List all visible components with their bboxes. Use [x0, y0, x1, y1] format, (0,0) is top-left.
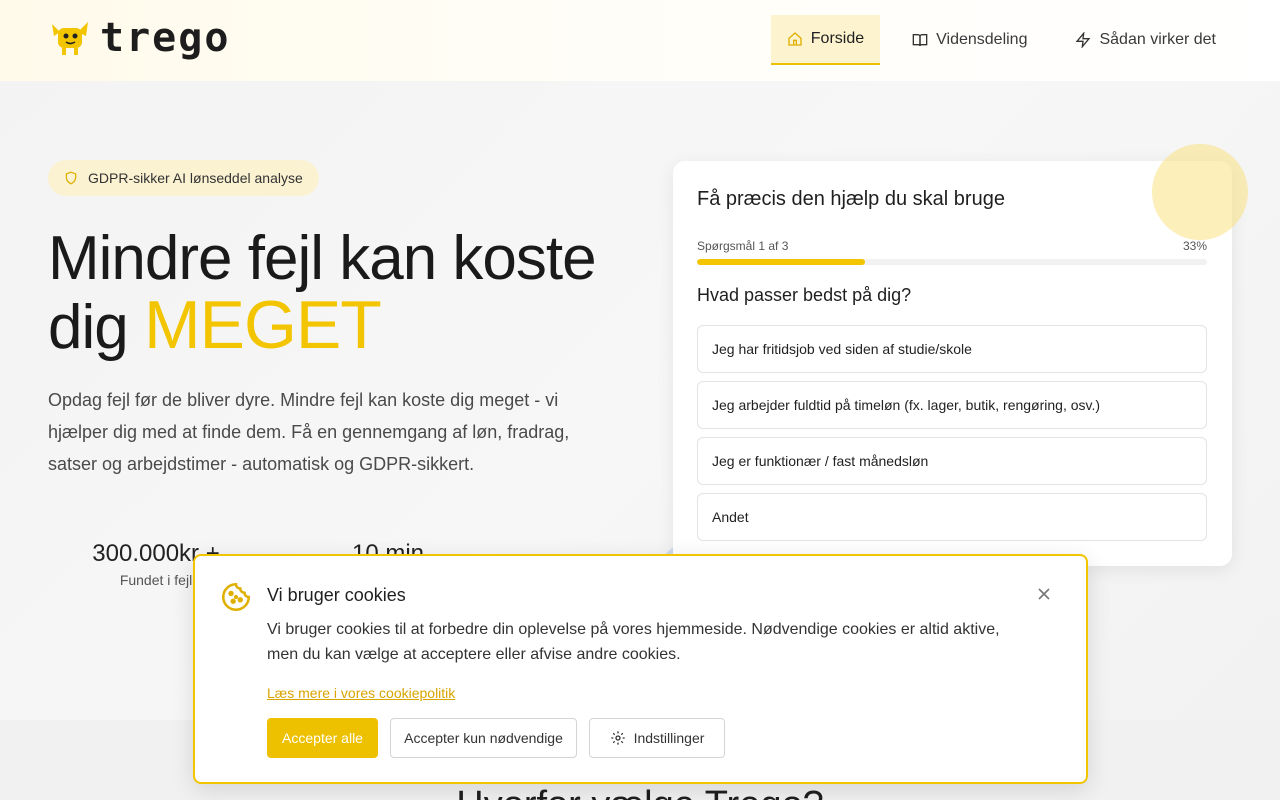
question-counter: Spørgsmål 1 af 3 [697, 239, 789, 253]
cookie-text: Vi bruger cookies til at forbedre din op… [267, 621, 1000, 663]
nav-label-saadan-virker-det: Sådan virker det [1099, 31, 1216, 48]
mascot-logo-icon [52, 22, 88, 55]
hero-lead: Opdag fejl før de bliver dyre. Mindre fe… [48, 390, 570, 474]
quiz-card: Få præcis den hjælp du skal bruge Spørgs… [673, 161, 1232, 566]
cookie-banner: Vi bruger cookies Vi bruger cookies til … [193, 554, 1088, 784]
headline-accent: MEGET [143, 287, 382, 363]
accept-all-button[interactable]: Accepter alle [267, 718, 378, 758]
hero-headline: Mindre fejl kan koste dig MEGET [48, 226, 628, 361]
decorative-circle-yellow [1152, 144, 1248, 240]
cookie-icon [221, 582, 251, 612]
close-icon[interactable] [1036, 586, 1052, 602]
gear-icon [610, 731, 625, 745]
nav-label-forside: Forside [810, 30, 865, 47]
cookie-title: Vi bruger cookies [267, 585, 406, 605]
cookie-policy-link[interactable]: Læs mere i vores cookiepolitik [267, 685, 455, 701]
accept-necessary-button[interactable]: Accepter kun nødvendige [390, 718, 577, 758]
zap-icon [1076, 32, 1091, 48]
nav-item-forside[interactable]: Forside [770, 15, 881, 65]
quiz-option[interactable]: Jeg er funktionær / fast månedsløn [697, 437, 1207, 485]
nav-item-vidensdeling[interactable]: Vidensdeling [896, 15, 1043, 65]
quiz-option[interactable]: Jeg har fritidsjob ved siden af studie/s… [697, 325, 1207, 373]
nav-label-vidensdeling: Vidensdeling [936, 31, 1028, 48]
quiz-option[interactable]: Jeg arbejder fuldtid på timeløn (fx. lag… [697, 381, 1207, 429]
quiz-progress-bar [697, 259, 1207, 265]
site-header: trego Forside Vidensdeling Sådan virker … [0, 0, 1280, 81]
main-nav: Forside Vidensdeling Sådan virker det [755, 15, 1232, 65]
logo-wordmark: trego [100, 15, 231, 61]
quiz-question: Hvad passer bedst på dig? [697, 285, 912, 305]
gdpr-badge: GDPR-sikker AI lønseddel analyse [48, 160, 319, 196]
logo[interactable]: trego [48, 18, 230, 58]
progress-percent: 33% [1182, 239, 1207, 253]
quiz-option[interactable]: Andet [697, 493, 1207, 541]
why-section-title: Hvorfor vælge Trego? [0, 784, 1280, 800]
cookie-settings-label: Indstillinger [633, 730, 705, 746]
quiz-options: Jeg har fritidsjob ved siden af studie/s… [697, 325, 1207, 549]
shield-icon [65, 171, 77, 185]
nav-item-saadan-virker-det[interactable]: Sådan virker det [1059, 15, 1232, 65]
headline-line1: Mindre fejl kan koste [48, 224, 597, 293]
quiz-progress-fill [697, 259, 866, 265]
headline-line2-prefix: dig [48, 293, 129, 362]
quiz-title: Få præcis den hjælp du skal bruge [697, 188, 1005, 210]
home-icon [788, 32, 802, 46]
gdpr-badge-label: GDPR-sikker AI lønseddel analyse [88, 170, 303, 186]
book-open-icon [912, 34, 928, 47]
cookie-settings-button[interactable]: Indstillinger [589, 718, 725, 758]
